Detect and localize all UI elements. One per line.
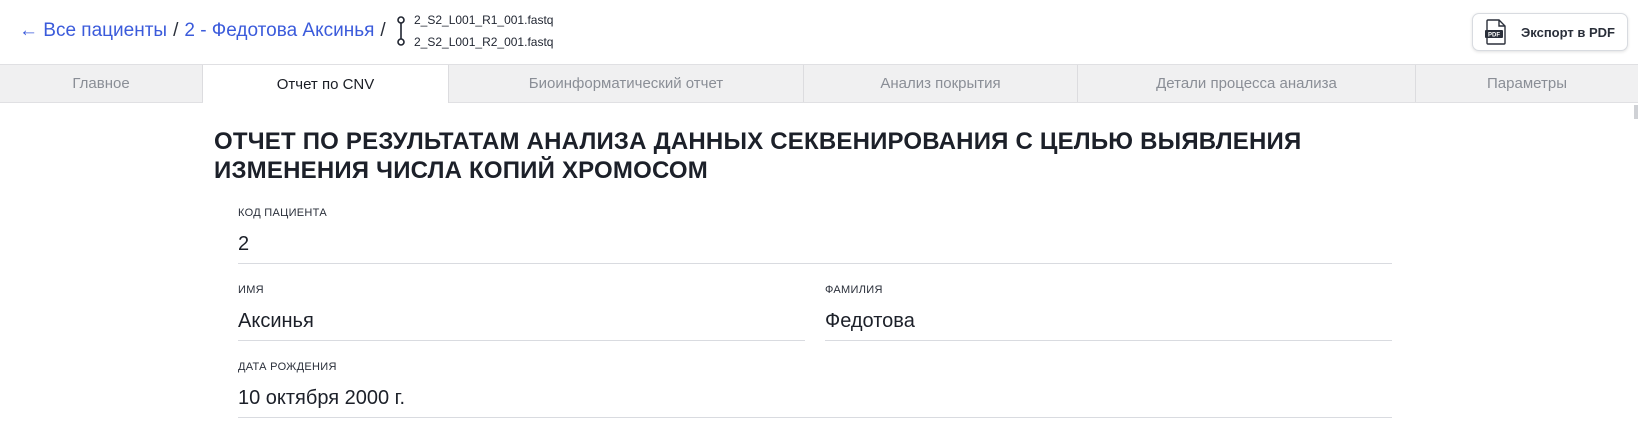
tab-parameters[interactable]: Параметры (1416, 65, 1638, 102)
birth-date-field: ДАТА РОЖДЕНИЯ 10 октября 2000 г. (238, 361, 1392, 418)
tab-cnv-report[interactable]: Отчет по CNV (203, 65, 449, 103)
fastq-file-r2: 2_S2_L001_R2_001.fastq (414, 35, 554, 49)
fastq-file-r1: 2_S2_L001_R1_001.fastq (414, 13, 554, 27)
breadcrumb-patient-link[interactable]: 2 - Федотова Аксинья (184, 20, 374, 42)
tab-main[interactable]: Главное (0, 65, 203, 102)
svg-text:PDF: PDF (1488, 33, 1500, 39)
first-name-label: ИМЯ (238, 284, 264, 296)
export-pdf-button[interactable]: PDF Экспорт в PDF (1472, 13, 1628, 51)
breadcrumb-separator: / (173, 20, 179, 41)
first-name-value: Аксинья (238, 310, 805, 341)
breadcrumb-all-patients-link[interactable]: ← Все пациенты (19, 20, 167, 42)
breadcrumb: ← Все пациенты / 2 - Федотова Аксинья / (19, 20, 392, 42)
patient-code-label: КОД ПАЦИЕНТА (238, 207, 327, 219)
fastq-file-pair: 2_S2_L001_R1_001.fastq 2_S2_L001_R2_001.… (396, 10, 576, 54)
pdf-file-icon: PDF (1485, 19, 1506, 45)
birth-date-label: ДАТА РОЖДЕНИЯ (238, 361, 337, 373)
last-name-label: ФАМИЛИЯ (825, 284, 883, 296)
report-title: ОТЧЕТ ПО РЕЗУЛЬТАТАМ АНАЛИЗА ДАННЫХ СЕКВ… (214, 128, 1302, 184)
birth-date-value: 10 октября 2000 г. (238, 387, 1392, 418)
first-name-field: ИМЯ Аксинья (238, 284, 805, 341)
last-name-field: ФАМИЛИЯ Федотова (825, 284, 1392, 341)
report-tabs: Главное Отчет по CNV Биоинформатический … (0, 64, 1638, 103)
tab-bioinformatics-report[interactable]: Биоинформатический отчет (449, 65, 804, 102)
breadcrumb-separator: / (380, 20, 386, 41)
file-pair-connector-icon (397, 16, 405, 46)
tab-analysis-process-details[interactable]: Детали процесса анализа (1078, 65, 1416, 102)
patient-code-field: КОД ПАЦИЕНТА 2 (238, 207, 1392, 264)
scrollbar-handle[interactable] (1634, 105, 1638, 119)
top-header: ← Все пациенты / 2 - Федотова Аксинья / … (0, 0, 1638, 64)
patient-code-value: 2 (238, 233, 1392, 264)
export-pdf-label: Экспорт в PDF (1521, 24, 1615, 40)
tab-coverage-analysis[interactable]: Анализ покрытия (804, 65, 1078, 102)
last-name-value: Федотова (825, 310, 1392, 341)
